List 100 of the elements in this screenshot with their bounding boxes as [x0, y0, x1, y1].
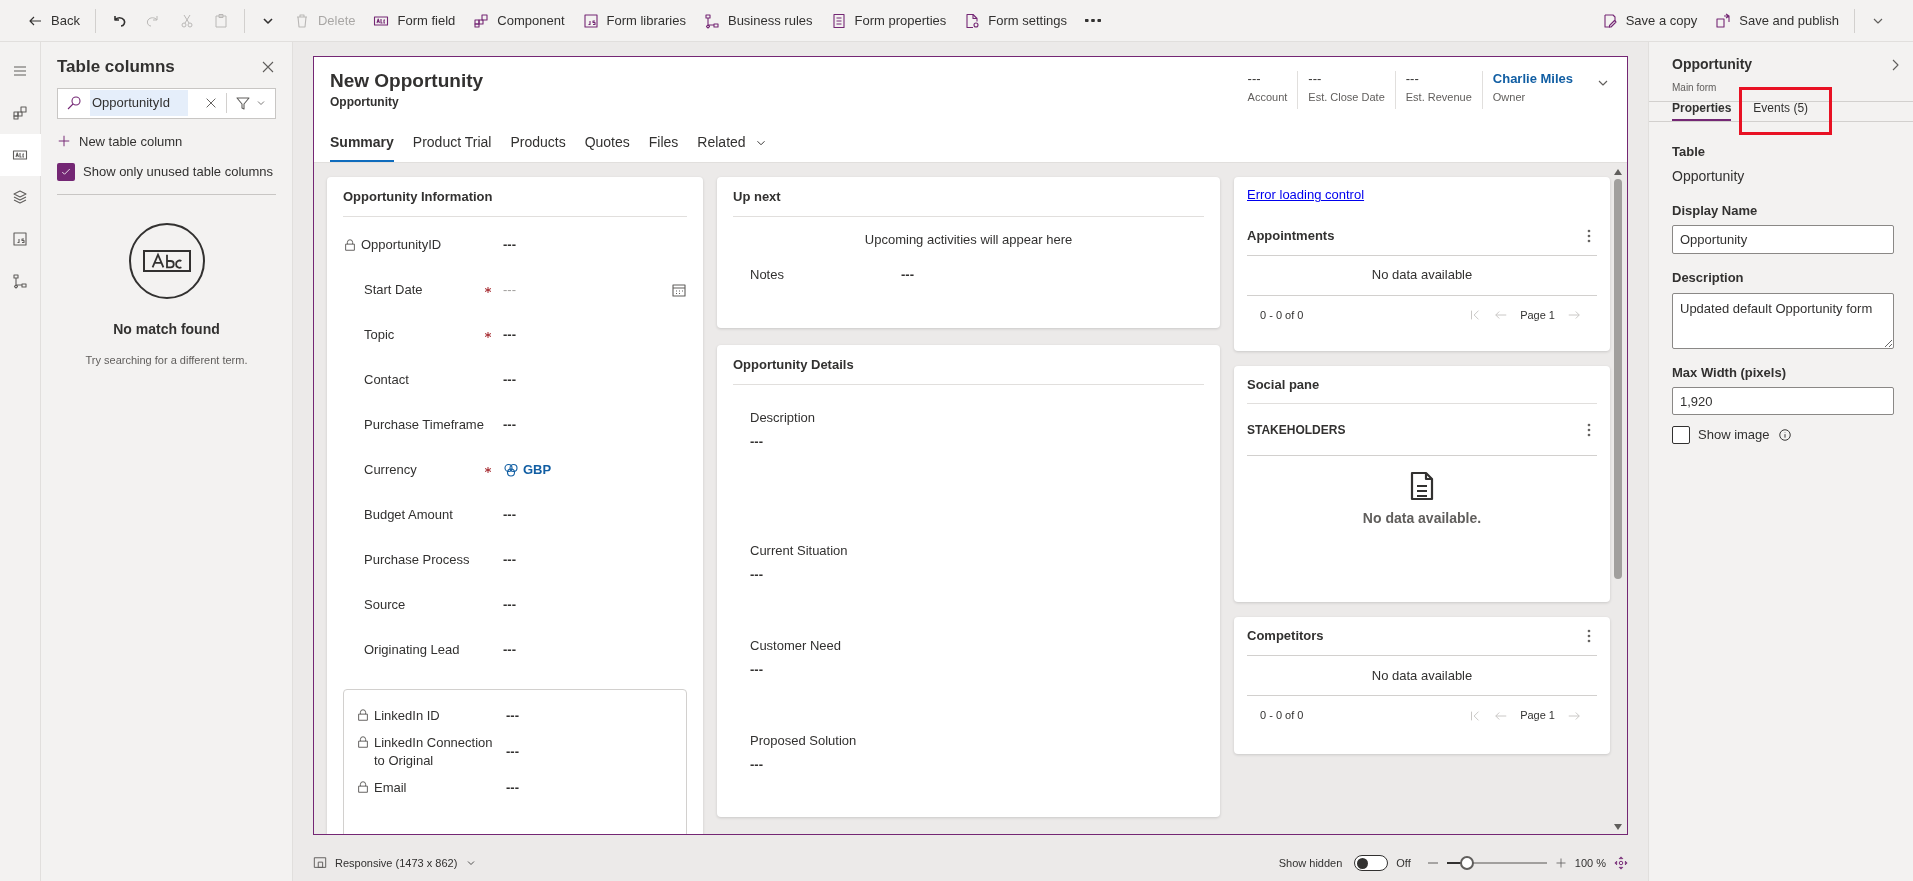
field-label: Purchase Timeframe — [364, 416, 484, 435]
menu-icon — [12, 63, 28, 79]
tab[interactable]: Files — [648, 132, 679, 162]
toggle-switch[interactable] — [1354, 855, 1389, 871]
scroll-up-arrow-icon[interactable] — [1614, 169, 1622, 175]
empty-message: No data available. — [1362, 509, 1482, 528]
checkbox[interactable] — [1672, 425, 1690, 444]
toolbar-button[interactable]: Save a copy — [1594, 4, 1705, 37]
search-field[interactable]: OpportunityId — [57, 87, 276, 119]
owner-link[interactable]: Charlie Miles — [1492, 71, 1573, 87]
panel-title: Table columns — [57, 56, 175, 78]
page-label: Page 1 — [1520, 307, 1555, 323]
publish-icon — [1715, 12, 1732, 29]
fit-button[interactable] — [1614, 856, 1628, 870]
tab[interactable]: Quotes — [584, 132, 630, 162]
section-title: Opportunity Information — [343, 177, 687, 217]
field-value: --- — [506, 742, 519, 761]
field-label: Budget Amount — [364, 506, 453, 525]
field-value: --- — [750, 433, 764, 451]
panel-subtitle: Main form — [1671, 81, 1718, 95]
toolbar-button[interactable]: Form settings — [957, 4, 1074, 37]
scroll-down-arrow-icon[interactable] — [1614, 824, 1622, 830]
zoom-in-button[interactable] — [1554, 857, 1567, 869]
plus-icon — [57, 134, 71, 149]
field-label: LinkedIn ID — [374, 706, 441, 725]
toolbar-button[interactable]: Form field — [366, 4, 463, 37]
field-value: --- — [901, 266, 914, 284]
error-link[interactable]: Error loading control — [1247, 177, 1597, 217]
layers-icon — [12, 189, 28, 205]
header-field-value: --- — [1405, 71, 1420, 87]
script-file-icon — [582, 12, 599, 29]
back-button[interactable]: Back — [20, 4, 87, 37]
layout-dropdown[interactable]: Responsive (1473 x 862) — [313, 854, 478, 872]
document-list-icon — [830, 12, 847, 29]
toolbar-button[interactable]: Form properties — [823, 4, 954, 37]
field-label: OpportunityID — [361, 236, 442, 255]
new-column-button[interactable]: New table column — [57, 131, 276, 151]
tab[interactable]: Product Trial — [412, 132, 492, 162]
header-field-label: Est. Revenue — [1405, 90, 1472, 105]
field-label: Contact — [364, 371, 409, 390]
toolbar-button[interactable]: Form libraries — [575, 4, 693, 37]
page-label: Page 1 — [1520, 708, 1555, 724]
field-label: Customer Need — [750, 636, 843, 655]
field-label: Currency — [364, 461, 417, 480]
text-area[interactable]: Updated default Opportunity form — [1672, 292, 1894, 349]
text-input[interactable]: Opportunity — [1672, 225, 1894, 254]
record-count: 0 - 0 of 0 — [1260, 708, 1304, 724]
tab[interactable]: Related — [697, 132, 768, 162]
calendar-icon — [671, 282, 687, 298]
search-icon — [66, 95, 82, 111]
field-label: Description — [1672, 269, 1745, 287]
form-subtitle: Opportunity — [330, 94, 400, 111]
field-label: Email — [374, 778, 408, 797]
currency-icon — [503, 462, 519, 478]
text-field-icon — [12, 147, 28, 163]
script-file-icon — [12, 231, 28, 247]
toggle-state: Off — [1396, 855, 1411, 871]
field-label: Originating Lead — [364, 641, 460, 660]
previous-arrow-icon — [1494, 308, 1509, 322]
checkbox-label: Show image — [1698, 426, 1770, 444]
section-title: Up next — [733, 177, 1204, 217]
next-arrow-icon — [1567, 308, 1581, 322]
show-hidden-label: Show hidden — [1278, 855, 1343, 871]
component-icon — [473, 12, 490, 29]
zoom-slider[interactable] — [1446, 856, 1547, 870]
header-field-value: --- — [1308, 71, 1323, 87]
empty-message: No data available — [1247, 255, 1597, 296]
save-copy-icon — [1601, 12, 1618, 29]
zoom-level: 100 % — [1574, 855, 1606, 871]
field-value: --- — [503, 596, 516, 615]
header-field-label: Owner — [1492, 90, 1527, 105]
field-label: Notes — [750, 266, 785, 284]
field-label: Purchase Process — [364, 551, 470, 570]
toolbar-button[interactable]: Save and publish — [1708, 4, 1846, 37]
field-value: --- — [503, 506, 516, 525]
field-label: LinkedIn Connection to Original — [374, 733, 494, 770]
plus-icon — [1554, 857, 1567, 869]
field-label: Source — [364, 596, 406, 615]
lookup-link[interactable]: GBP — [503, 460, 552, 480]
panel-title: Opportunity — [1672, 55, 1753, 74]
checkbox[interactable] — [57, 162, 75, 181]
text-input[interactable]: 1,920 — [1672, 387, 1894, 415]
tab[interactable]: Products — [510, 132, 566, 162]
field-label: Table — [1672, 143, 1706, 161]
empty-title: No match found — [113, 319, 220, 339]
toolbar-button[interactable]: Component — [466, 4, 572, 37]
filter-icon — [235, 95, 251, 111]
toolbar-button[interactable]: Business rules — [696, 4, 820, 37]
subgrid-title: Competitors — [1247, 627, 1324, 646]
info-icon — [1777, 427, 1792, 442]
filter-button[interactable] — [235, 95, 267, 111]
abc-icon — [128, 222, 205, 299]
tab[interactable]: Events (5) — [1753, 99, 1809, 121]
section-title: Opportunity Details — [733, 345, 1204, 385]
field-label: Description — [750, 408, 817, 427]
field-value: --- — [506, 706, 519, 725]
header-field-label: Account — [1247, 90, 1288, 105]
tab[interactable]: Properties — [1672, 99, 1732, 121]
field-label: Display Name — [1672, 201, 1759, 220]
field-value: --- — [503, 371, 516, 390]
